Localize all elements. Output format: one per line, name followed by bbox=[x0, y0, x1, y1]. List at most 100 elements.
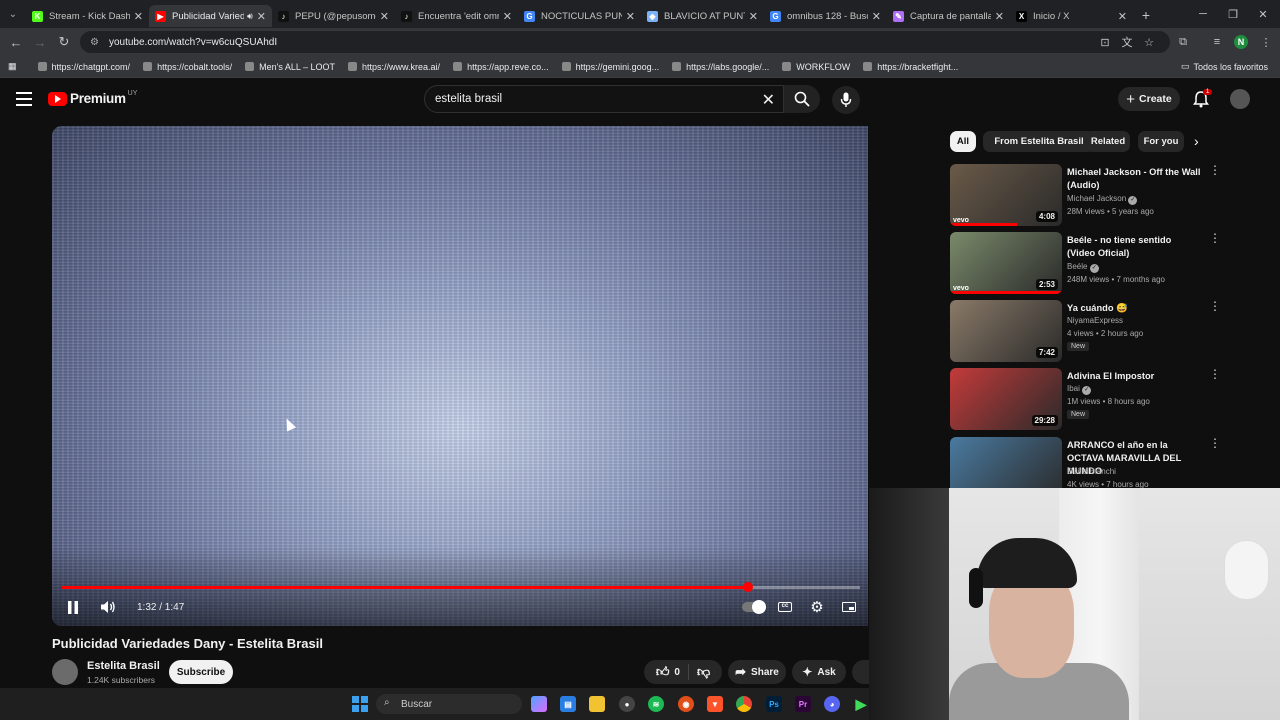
translate-icon[interactable]: 文 bbox=[1118, 33, 1136, 51]
forward-icon[interactable]: → bbox=[28, 35, 52, 50]
menu-icon[interactable] bbox=[16, 92, 32, 106]
site-info-icon[interactable]: ⚙ bbox=[90, 37, 99, 48]
copilot-icon[interactable] bbox=[531, 696, 547, 712]
tab-close-icon[interactable]: ✕ bbox=[503, 10, 512, 23]
mute-button[interactable] bbox=[96, 596, 120, 618]
miniplayer-button[interactable] bbox=[838, 596, 860, 618]
video-thumbnail[interactable]: 7:42 bbox=[950, 300, 1062, 362]
recommendation-card[interactable]: 7:42 Ya cuándo 😅 NiyamaExpress 4 views • 2 … bbox=[950, 300, 1266, 364]
channel-name[interactable]: Estelita Brasil bbox=[87, 660, 160, 672]
settings-button[interactable]: ⚙ bbox=[806, 596, 828, 618]
recommendation-card[interactable]: vevo 4:08 Michael Jackson - Off the Wall (… bbox=[950, 164, 1266, 228]
dislike-button[interactable]: 👎︎ bbox=[689, 664, 710, 680]
recommendation-channel[interactable]: Beéle bbox=[1067, 262, 1087, 271]
voice-search-button[interactable] bbox=[832, 86, 860, 114]
tab-close-icon[interactable]: ✕ bbox=[626, 10, 635, 23]
media-control-icon[interactable]: ≡ bbox=[1208, 33, 1226, 51]
brave-browser-icon[interactable]: ▼ bbox=[707, 696, 723, 712]
browser-tab[interactable]: ◆ BLAVICIO AT PUNTA ✕ bbox=[641, 5, 764, 27]
filter-chip[interactable]: All bbox=[950, 131, 976, 152]
chevron-right-icon[interactable]: › bbox=[1194, 133, 1199, 149]
reload-icon[interactable]: ↻ bbox=[52, 34, 76, 50]
browser-tab[interactable]: K Stream - Kick Dashbo ✕ bbox=[26, 5, 149, 27]
bookmark-item[interactable]: Men's ALL – LOOT bbox=[245, 62, 335, 72]
apps-grid-icon[interactable]: ▦ bbox=[8, 61, 17, 72]
video-player[interactable]: 1:32 / 1:47 cc ⚙ bbox=[52, 126, 868, 626]
taskbar-search[interactable]: ⌕ Buscar bbox=[376, 694, 522, 714]
pause-button[interactable] bbox=[62, 596, 84, 618]
save-button-partial[interactable] bbox=[852, 660, 869, 684]
subtitles-button[interactable]: cc bbox=[774, 596, 796, 618]
photoshop-icon[interactable]: Ps bbox=[766, 696, 782, 712]
browser-tab[interactable]: ▶ Publicidad Varied 🔊︎ ✕ bbox=[149, 5, 272, 27]
more-actions-icon[interactable]: ⋮ bbox=[1209, 232, 1221, 244]
more-menu-icon[interactable]: ⋮ bbox=[1257, 33, 1275, 51]
chrome-icon[interactable] bbox=[736, 696, 752, 712]
store-icon[interactable]: ▤ bbox=[560, 696, 576, 712]
subscribe-button[interactable]: Subscribe bbox=[169, 660, 233, 684]
more-actions-icon[interactable]: ⋮ bbox=[1209, 368, 1221, 380]
tab-search-icon[interactable]: ⌄ bbox=[0, 0, 26, 28]
like-button[interactable]: 👍︎ 0 bbox=[656, 664, 689, 680]
video-thumbnail[interactable]: 29:28 bbox=[950, 368, 1062, 430]
recommendation-channel[interactable]: NiyamaExpress bbox=[1067, 316, 1123, 325]
close-window-icon[interactable]: ✕ bbox=[1248, 0, 1278, 28]
new-tab-button[interactable]: + bbox=[1133, 7, 1159, 23]
browser-tab[interactable]: ♪ Encuentra 'edit omni ✕ bbox=[395, 5, 518, 27]
browser-tab[interactable]: Gomnibus 128 - Busca ✕ bbox=[764, 5, 887, 27]
browser-tab[interactable]: ♪ PEPU (@pepusomoz ✕ bbox=[272, 5, 395, 27]
search-input[interactable]: estelita brasil ✕ bbox=[424, 85, 784, 113]
ask-button[interactable]: ✦ Ask bbox=[792, 660, 846, 684]
browser-tab[interactable]: X Inicio / X ✕ bbox=[1010, 5, 1133, 27]
maximize-icon[interactable]: ❐ bbox=[1218, 0, 1248, 28]
create-button[interactable]: + Create bbox=[1118, 87, 1180, 111]
bookmark-item[interactable]: https://www.krea.ai/ bbox=[348, 62, 440, 72]
tab-audio-icon[interactable]: 🔊︎ bbox=[247, 11, 253, 22]
browser-tab[interactable]: ✎ Captura de pantalla ✕ bbox=[887, 5, 1010, 27]
install-app-icon[interactable]: ⊡ bbox=[1096, 33, 1114, 51]
all-bookmarks-button[interactable]: ▭ Todos los favoritos bbox=[1181, 61, 1268, 72]
more-actions-icon[interactable]: ⋮ bbox=[1209, 437, 1221, 449]
video-thumbnail[interactable]: vevo 2:53 bbox=[950, 232, 1062, 294]
discord-icon[interactable]: ◕ bbox=[824, 696, 840, 712]
tab-close-icon[interactable]: ✕ bbox=[380, 10, 389, 23]
minimize-icon[interactable]: ─ bbox=[1188, 0, 1218, 28]
obs-icon[interactable]: ● bbox=[619, 696, 635, 712]
back-icon[interactable]: ← bbox=[4, 35, 28, 50]
browser-tab[interactable]: G NOCTICULAS PUNTA ✕ bbox=[518, 5, 641, 27]
bookmark-item[interactable]: https://bracketfight... bbox=[863, 62, 958, 72]
filter-chip[interactable]: From Estelita Brasil bbox=[983, 131, 1095, 152]
filter-chip[interactable]: Related bbox=[1086, 131, 1130, 152]
tab-close-icon[interactable]: ✕ bbox=[995, 10, 1004, 23]
filter-chip[interactable]: For you bbox=[1138, 131, 1184, 152]
bookmark-item[interactable]: https://labs.google/... bbox=[672, 62, 769, 72]
extensions-icon[interactable]: ⧉ bbox=[1174, 33, 1192, 51]
recommendation-channel[interactable]: Michael Jackson bbox=[1067, 194, 1126, 203]
more-actions-icon[interactable]: ⋮ bbox=[1209, 300, 1221, 312]
omnibox[interactable]: ⚙ youtube.com/watch?v=w6cuQSUAhdI bbox=[80, 31, 1170, 53]
more-actions-icon[interactable]: ⋮ bbox=[1209, 164, 1221, 176]
share-button[interactable]: ➦ Share bbox=[728, 660, 786, 684]
video-thumbnail[interactable]: vevo 4:08 bbox=[950, 164, 1062, 226]
channel-avatar[interactable] bbox=[52, 659, 78, 685]
bookmark-item[interactable]: WORKFLOW bbox=[782, 62, 850, 72]
autoplay-toggle[interactable] bbox=[740, 596, 766, 618]
bookmark-item[interactable]: https://app.reve.co... bbox=[453, 62, 549, 72]
bookmark-item[interactable]: https://cobalt.tools/ bbox=[143, 62, 232, 72]
clear-search-icon[interactable]: ✕ bbox=[762, 90, 775, 110]
profile-avatar[interactable]: N bbox=[1234, 35, 1248, 49]
progress-bar[interactable] bbox=[62, 582, 860, 592]
recommendation-channel[interactable]: Ibai bbox=[1067, 384, 1080, 393]
brave-lion-icon[interactable]: ◉ bbox=[678, 696, 694, 712]
recommendation-channel[interactable]: Guille Bianchi bbox=[1067, 467, 1116, 476]
recommendation-card[interactable]: 29:28 Adivina El Impostor Ibai ✓ 1M views •… bbox=[950, 368, 1266, 432]
youtube-premium-logo[interactable]: Premium UY bbox=[48, 90, 137, 106]
windows-start-icon[interactable] bbox=[352, 696, 368, 712]
tab-close-icon[interactable]: ✕ bbox=[872, 10, 881, 23]
spotify-icon[interactable]: ≋ bbox=[648, 696, 664, 712]
bookmark-item[interactable]: https://gemini.goog... bbox=[561, 62, 659, 72]
tab-close-icon[interactable]: ✕ bbox=[134, 10, 143, 23]
tab-close-icon[interactable]: ✕ bbox=[749, 10, 758, 23]
file-explorer-icon[interactable] bbox=[589, 696, 605, 712]
tab-close-icon[interactable]: ✕ bbox=[1118, 10, 1127, 23]
